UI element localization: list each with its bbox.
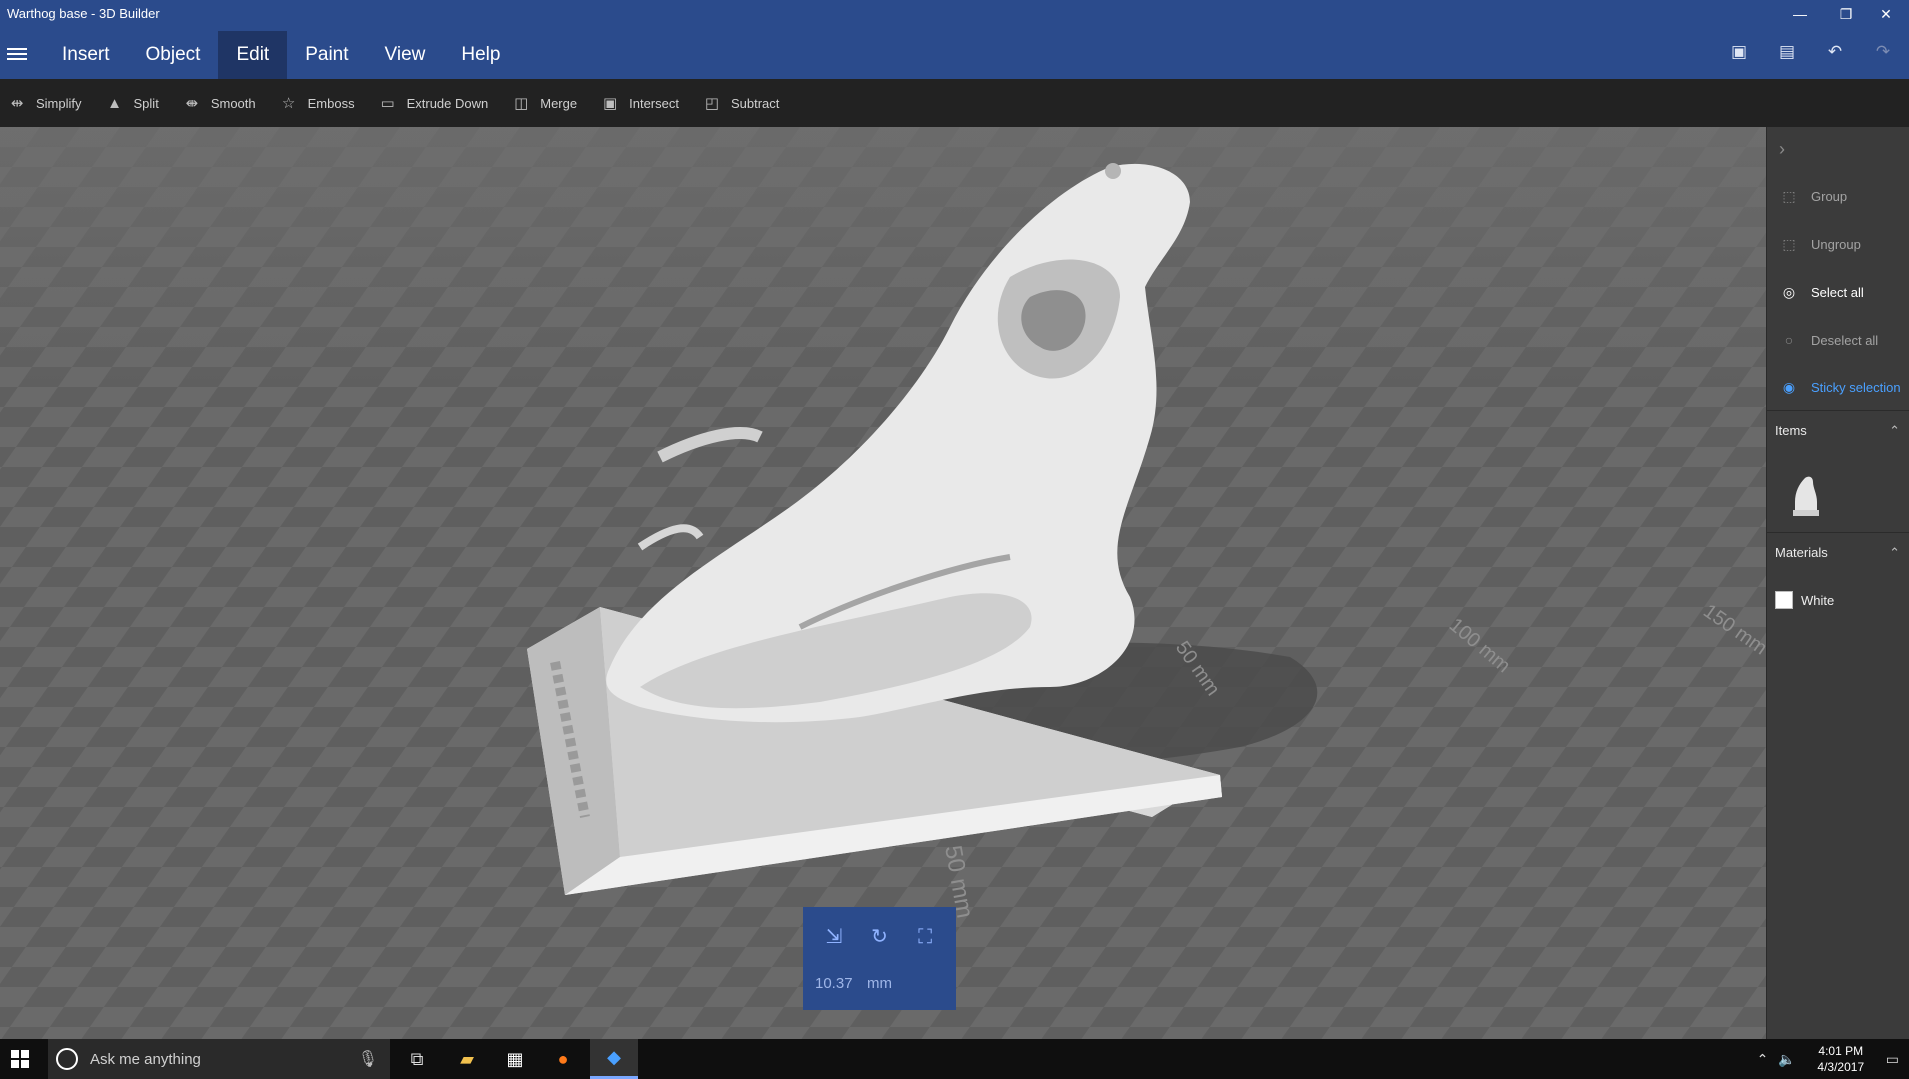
gizmo-unit: mm <box>867 975 892 992</box>
notifications-icon[interactable]: ▭ <box>1886 1051 1899 1068</box>
menu-view[interactable]: View <box>367 31 444 79</box>
emboss-icon: ☆ <box>281 95 296 112</box>
undo-icon[interactable]: ↶ <box>1823 42 1847 62</box>
menu-help[interactable]: Help <box>443 31 518 79</box>
sticky-selection-label: Sticky selection <box>1811 379 1901 395</box>
group-label: Group <box>1811 188 1848 204</box>
material-white[interactable]: White <box>1775 591 1834 609</box>
select-all-label: Select all <box>1811 284 1864 300</box>
menu-insert[interactable]: Insert <box>44 31 128 79</box>
cortana-search-box[interactable]: Ask me anything 🎙 <box>48 1039 390 1079</box>
select-all-button[interactable]: ◎ Select all <box>1767 274 1909 310</box>
camera-icon[interactable]: ▣ <box>1727 42 1751 62</box>
extrude-down-icon: ▭ <box>380 95 395 112</box>
item-thumbnail[interactable] <box>1789 472 1823 518</box>
simplify-label: Simplify <box>36 95 82 111</box>
items-section-header[interactable]: Items ⌃ <box>1767 410 1909 450</box>
simplify-icon: ⇹ <box>10 95 24 112</box>
transform-gizmo: ⇲ ↻ ⛶ 10.37 mm <box>803 907 956 1010</box>
main-menu: Insert Object Edit Paint View Help <box>44 31 518 79</box>
start-button[interactable] <box>0 1039 40 1079</box>
minimize-button[interactable]: — <box>1777 0 1823 28</box>
app-bar: Warthog base - 3D Builder — ❐ ✕ Insert O… <box>0 0 1909 79</box>
ungroup-button[interactable]: ⬚ Ungroup <box>1767 226 1909 262</box>
redo-icon[interactable]: ↷ <box>1871 42 1895 62</box>
cortana-icon <box>56 1048 78 1070</box>
deselect-all-icon: ○ <box>1784 332 1794 348</box>
smooth-icon: ⇼ <box>185 95 199 112</box>
material-label: White <box>1801 592 1835 608</box>
smooth-button[interactable]: ⇼ Smooth <box>183 95 256 112</box>
windows-taskbar: Ask me anything 🎙 ⧉ ▰ ▦ ● ◆ ⌃ 🔈 4:01 PM … <box>0 1039 1909 1079</box>
quick-tools: ▣ ▤ ↶ ↷ <box>1727 42 1895 62</box>
chevron-up-tray-icon[interactable]: ⌃ <box>1757 1051 1769 1068</box>
edit-toolbar: ⇹ Simplify ▲ Split ⇼ Smooth ☆ Emboss ▭ Extrud… <box>0 79 1909 127</box>
menu-paint[interactable]: Paint <box>287 31 366 79</box>
split-button[interactable]: ▲ Split <box>106 94 159 112</box>
deselect-all-label: Deselect all <box>1811 332 1879 348</box>
chevron-up-icon: ⌃ <box>1889 423 1900 438</box>
store-icon[interactable]: ▦ <box>491 1039 539 1079</box>
ungroup-icon: ⬚ <box>1782 236 1796 252</box>
intersect-button[interactable]: ▣ Intersect <box>601 95 679 112</box>
window-title: Warthog base - 3D Builder <box>7 6 160 21</box>
white-swatch <box>1775 591 1793 609</box>
file-explorer-icon[interactable]: ▰ <box>443 1039 491 1079</box>
extrude-down-button[interactable]: ▭ Extrude Down <box>379 95 489 112</box>
system-tray: ⌃ 🔈 4:01 PM 4/3/2017 ▭ <box>1757 1039 1909 1079</box>
subtract-icon: ◰ <box>704 95 720 112</box>
group-button[interactable]: ⬚ Group <box>1767 178 1909 214</box>
gizmo-value[interactable]: 10.37 <box>815 975 853 992</box>
sticky-selection-button[interactable]: ◉ Sticky selection <box>1767 369 1909 405</box>
split-icon: ▲ <box>107 94 122 112</box>
group-icon: ⬚ <box>1782 188 1796 204</box>
ungroup-label: Ungroup <box>1811 236 1861 252</box>
simplify-button[interactable]: ⇹ Simplify <box>8 95 82 112</box>
menu-edit[interactable]: Edit <box>218 31 288 79</box>
move-icon[interactable]: ⇲ <box>822 925 846 949</box>
collapse-panel-chevron-icon[interactable]: › <box>1779 139 1785 160</box>
subtract-button[interactable]: ◰ Subtract <box>703 95 780 112</box>
menu-object[interactable]: Object <box>128 31 219 79</box>
rotate-icon[interactable]: ↻ <box>867 925 891 949</box>
3d-viewport[interactable]: 50 mm 100 mm 150 mm 50 mm ⇲ ↻ ⛶ 10.37 mm <box>0 127 1766 1039</box>
materials-header-label: Materials <box>1775 545 1828 560</box>
clock[interactable]: 4:01 PM 4/3/2017 <box>1806 1043 1876 1075</box>
microphone-icon[interactable]: 🎙 <box>358 1049 378 1069</box>
merge-icon: ◫ <box>514 95 529 112</box>
extrude-down-label: Extrude Down <box>406 95 489 111</box>
close-button[interactable]: ✕ <box>1863 0 1909 28</box>
emboss-label: Emboss <box>307 95 355 111</box>
clock-date: 4/3/2017 <box>1817 1060 1865 1074</box>
task-view-icon[interactable]: ⧉ <box>393 1039 441 1079</box>
smooth-label: Smooth <box>210 95 256 111</box>
split-label: Split <box>133 95 159 111</box>
firefox-icon[interactable]: ● <box>539 1039 587 1079</box>
windows-logo-icon <box>11 1050 29 1068</box>
intersect-icon: ▣ <box>603 95 618 112</box>
search-placeholder: Ask me anything <box>90 1050 201 1068</box>
clock-time: 4:01 PM <box>1818 1044 1864 1058</box>
materials-section-header[interactable]: Materials ⌃ <box>1767 532 1909 572</box>
merge-button[interactable]: ◫ Merge <box>512 95 578 112</box>
scene-canvas: 50 mm 100 mm 150 mm 50 mm <box>0 127 1766 1039</box>
merge-label: Merge <box>540 95 578 111</box>
deselect-all-button[interactable]: ○ Deselect all <box>1767 322 1909 358</box>
emboss-button[interactable]: ☆ Emboss <box>280 95 355 112</box>
items-header-label: Items <box>1775 423 1807 438</box>
sticky-selection-icon: ◉ <box>1782 379 1796 395</box>
intersect-label: Intersect <box>629 95 679 111</box>
3d-builder-taskbar-icon[interactable]: ◆ <box>590 1039 638 1079</box>
side-panel: › ⬚ Group ⬚ Ungroup ◎ Select all ○ Deselect … <box>1766 127 1909 1039</box>
chevron-up-icon: ⌃ <box>1889 545 1900 560</box>
subtract-label: Subtract <box>730 95 780 111</box>
save-icon[interactable]: ▤ <box>1775 42 1799 62</box>
scale-icon[interactable]: ⛶ <box>913 925 937 949</box>
hamburger-menu-icon[interactable] <box>7 45 27 61</box>
volume-icon[interactable]: 🔈 <box>1778 1051 1795 1068</box>
select-all-icon: ◎ <box>1782 284 1796 300</box>
